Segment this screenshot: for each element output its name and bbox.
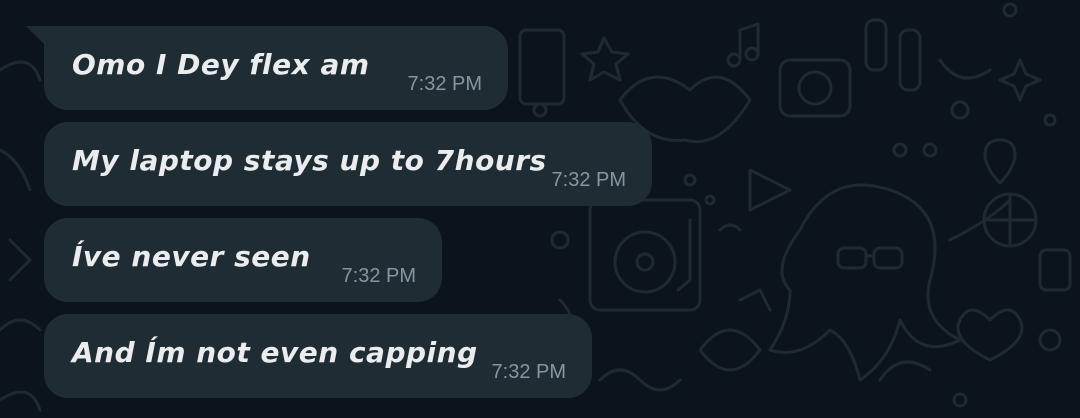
message-text: Omo I Dey flex am	[72, 48, 370, 81]
chat-area[interactable]: Omo I Dey flex am 7:32 PM My laptop stay…	[0, 0, 1080, 418]
message-text: Íve never seen	[72, 240, 311, 273]
message-bubble[interactable]: And Ím not even capping 7:32 PM	[44, 314, 592, 398]
bubble-tail	[26, 26, 46, 46]
message-timestamp: 7:32 PM	[341, 265, 416, 287]
message-timestamp: 7:32 PM	[551, 169, 626, 191]
message-text: My laptop stays up to 7hours	[72, 144, 547, 177]
message-bubble[interactable]: My laptop stays up to 7hours 7:32 PM	[44, 122, 652, 206]
message-timestamp: 7:32 PM	[491, 361, 566, 383]
message-text: And Ím not even capping	[72, 336, 478, 369]
message-bubble[interactable]: Íve never seen 7:32 PM	[44, 218, 442, 302]
message-bubble[interactable]: Omo I Dey flex am 7:32 PM	[44, 26, 508, 110]
message-timestamp: 7:32 PM	[407, 73, 482, 95]
